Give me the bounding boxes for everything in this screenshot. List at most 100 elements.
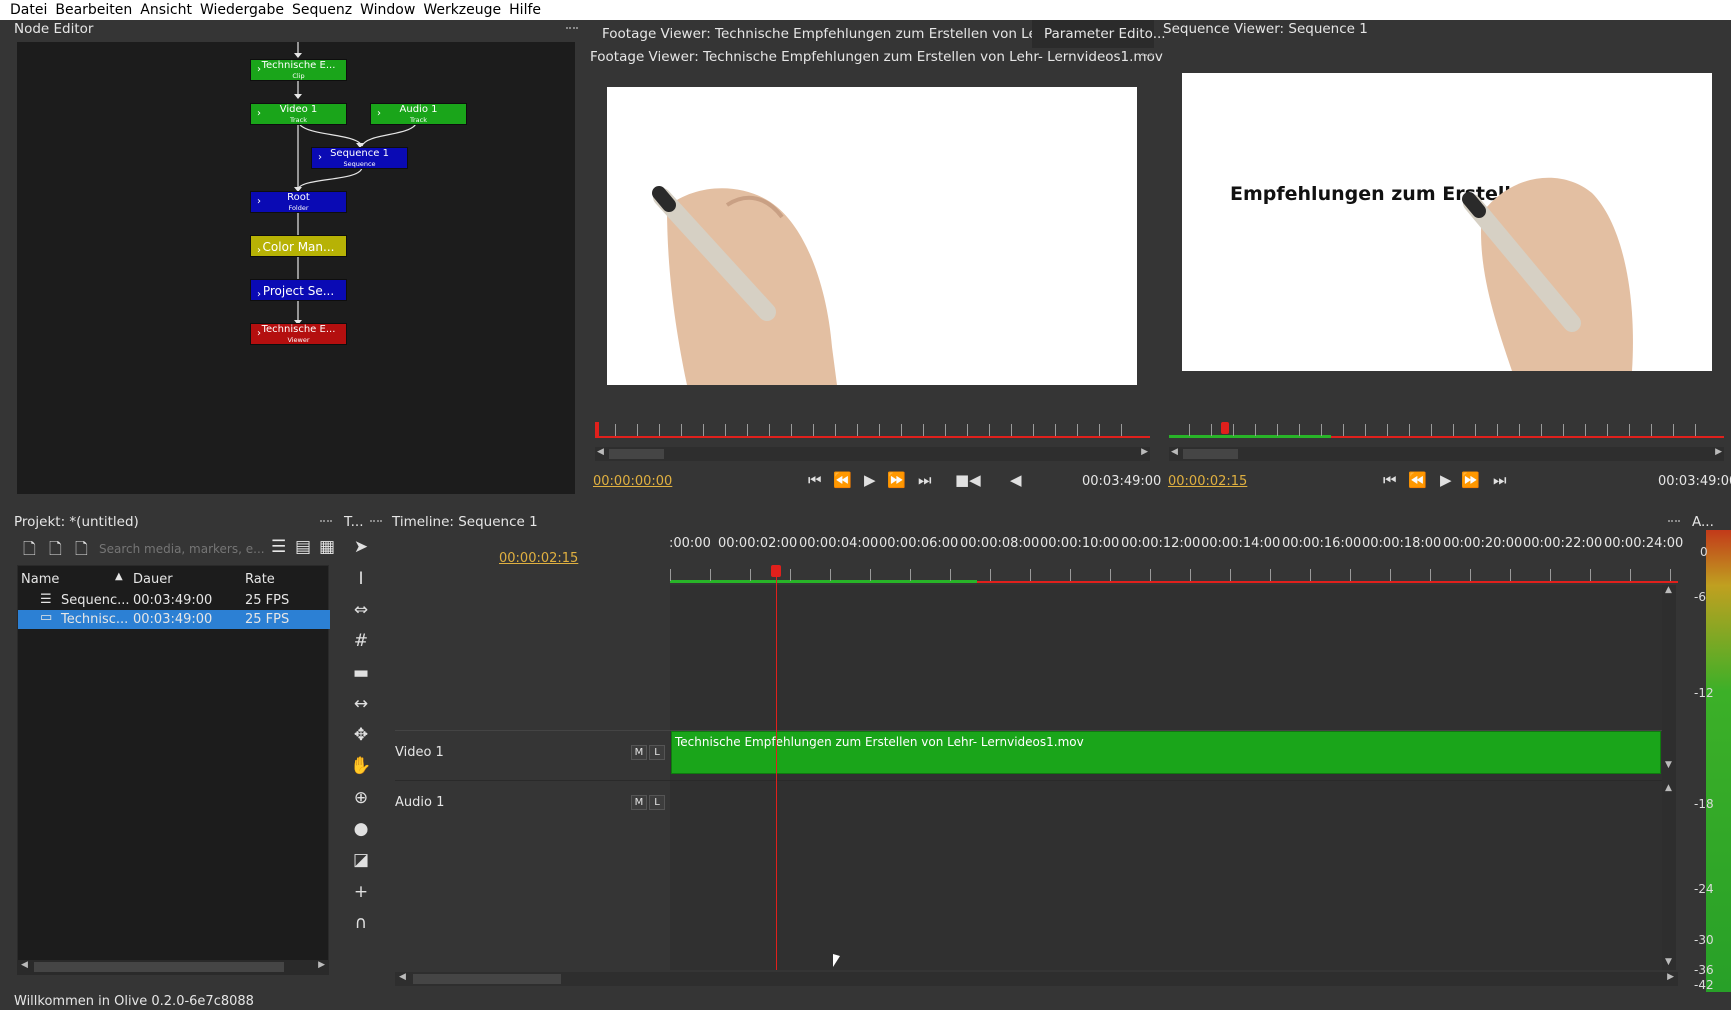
tab-parameter-editor[interactable]: Parameter Edito...: [1032, 20, 1166, 48]
node-editor-canvas[interactable]: › Technische E... Clip › Video 1 Track › Audi…: [17, 42, 575, 494]
rewind-icon[interactable]: ⏪: [1408, 471, 1427, 489]
timeline-tracks-area[interactable]: [670, 585, 1662, 970]
menu-sequenz[interactable]: Sequenz: [292, 2, 352, 18]
tree-view-icon[interactable]: ▤: [295, 537, 311, 557]
panel-grip-icon[interactable]: [1142, 54, 1154, 59]
pointer-tool-icon[interactable]: ➤: [349, 535, 373, 559]
scroll-thumb[interactable]: [413, 974, 561, 984]
hand-tool-icon[interactable]: ✋: [349, 754, 373, 778]
project-row[interactable]: ▭ Technisc... 00:03:49:00 25 FPS: [18, 610, 330, 629]
rewind-icon[interactable]: ⏪: [833, 471, 852, 489]
fast-forward-icon[interactable]: ⏩: [887, 471, 906, 489]
speaker-icon[interactable]: ◀: [1010, 471, 1022, 489]
mute-button-audio-1[interactable]: M: [631, 795, 647, 810]
sequence-ruler[interactable]: [1169, 420, 1724, 438]
scroll-thumb[interactable]: [1183, 449, 1238, 459]
node-sequence[interactable]: › Sequence 1 Sequence: [311, 147, 408, 169]
project-row[interactable]: ☰ Sequenc... 00:03:49:00 25 FPS: [18, 591, 330, 610]
node-audio-track[interactable]: › Audio 1 Track: [370, 103, 467, 125]
menu-ansicht[interactable]: Ansicht: [140, 2, 192, 18]
footage-playhead[interactable]: [595, 422, 599, 436]
sequence-current-time[interactable]: 00:00:02:15: [1168, 474, 1247, 489]
open-file-icon[interactable]: 🗋: [49, 538, 62, 565]
save-file-icon[interactable]: 🗋: [75, 538, 88, 565]
scroll-up-icon[interactable]: ▲: [1665, 783, 1672, 793]
menu-datei[interactable]: Datei: [10, 2, 47, 18]
rolling-tool-icon[interactable]: #: [349, 629, 373, 653]
node-project-settings[interactable]: › Project Se...: [250, 279, 347, 301]
footage-current-time[interactable]: 00:00:00:00: [593, 474, 672, 489]
snapping-icon[interactable]: ∩: [349, 911, 373, 935]
scroll-down-icon[interactable]: ▼: [1665, 760, 1672, 770]
footage-ruler[interactable]: [595, 420, 1150, 438]
menu-window[interactable]: Window: [360, 2, 415, 18]
menu-hilfe[interactable]: Hilfe: [509, 2, 541, 18]
node-video-track[interactable]: › Video 1 Track: [250, 103, 347, 125]
panel-grip-icon[interactable]: [1668, 520, 1680, 525]
timeline-ruler[interactable]: [670, 565, 1678, 583]
footage-frame[interactable]: [607, 87, 1137, 385]
scroll-right-icon[interactable]: ▶: [318, 960, 325, 970]
scroll-left-icon[interactable]: ◀: [399, 972, 406, 982]
panel-grip-icon[interactable]: [370, 520, 382, 525]
node-clip[interactable]: › Technische E... Clip: [250, 59, 347, 81]
go-to-start-icon[interactable]: ⏮: [808, 471, 822, 489]
node-root-folder[interactable]: › Root Folder: [250, 191, 347, 213]
play-icon[interactable]: ▶: [864, 471, 876, 489]
scroll-left-icon[interactable]: ◀: [1171, 447, 1178, 457]
node-viewer[interactable]: › Technische E... Viewer: [250, 323, 347, 345]
column-duration[interactable]: Dauer: [133, 572, 173, 587]
scroll-down-icon[interactable]: ▼: [1665, 957, 1672, 967]
ripple-tool-icon[interactable]: ⇔: [349, 598, 373, 622]
slide-tool-icon[interactable]: ✥: [349, 723, 373, 747]
go-to-start-icon[interactable]: ⏮: [1383, 471, 1397, 489]
project-list[interactable]: Name ▲ Dauer Rate ☰ Sequenc... 00:03:49:…: [17, 565, 330, 975]
razor-tool-icon[interactable]: ▬: [349, 661, 373, 685]
record-tool-icon[interactable]: ●: [349, 817, 373, 841]
column-name[interactable]: Name: [21, 572, 59, 587]
transition-tool-icon[interactable]: ◪: [349, 848, 373, 872]
sequence-frame[interactable]: Empfehlungen zum Erstell: [1182, 73, 1712, 371]
play-icon[interactable]: ▶: [1440, 471, 1452, 489]
go-to-end-icon[interactable]: ⏭: [918, 471, 932, 489]
panel-grip-icon[interactable]: [320, 520, 332, 525]
lock-button-video-1[interactable]: L: [649, 745, 665, 760]
project-scrollbar[interactable]: ◀ ▶: [18, 960, 328, 974]
edit-tool-icon[interactable]: I: [349, 567, 373, 591]
scroll-thumb[interactable]: [34, 962, 284, 972]
new-file-icon[interactable]: 🗋: [23, 538, 36, 565]
timeline-vertical-scrollbar[interactable]: ▲ ▼ ▲ ▼: [1662, 585, 1676, 970]
sort-ascending-icon[interactable]: ▲: [115, 571, 123, 582]
sequence-playhead[interactable]: [1221, 422, 1229, 434]
footage-scrollbar[interactable]: ◀ ▶: [595, 447, 1150, 461]
add-tool-icon[interactable]: +: [349, 880, 373, 904]
icon-view-icon[interactable]: ▦: [319, 537, 335, 557]
search-input[interactable]: [97, 539, 267, 559]
scroll-thumb[interactable]: [609, 449, 664, 459]
timeline-scrollbar[interactable]: ◀ ▶: [395, 972, 1678, 986]
go-to-end-icon[interactable]: ⏭: [1493, 471, 1507, 489]
fast-forward-icon[interactable]: ⏩: [1461, 471, 1480, 489]
timeline-current-time[interactable]: 00:00:02:15: [499, 551, 578, 566]
video-clip[interactable]: Technische Empfehlungen zum Erstellen vo…: [671, 731, 1661, 774]
scroll-up-icon[interactable]: ▲: [1665, 585, 1672, 595]
scroll-right-icon[interactable]: ▶: [1715, 447, 1722, 457]
zoom-tool-icon[interactable]: ⊕: [349, 786, 373, 810]
panel-grip-icon[interactable]: [566, 27, 578, 32]
menu-bearbeiten[interactable]: Bearbeiten: [55, 2, 132, 18]
scroll-left-icon[interactable]: ◀: [21, 960, 28, 970]
node-color-manager[interactable]: › Color Man...: [250, 235, 347, 257]
sequence-scrollbar[interactable]: ◀ ▶: [1169, 447, 1724, 461]
menu-werkzeuge[interactable]: Werkzeuge: [423, 2, 501, 18]
scroll-right-icon[interactable]: ▶: [1667, 972, 1674, 982]
column-rate[interactable]: Rate: [245, 572, 275, 587]
list-view-icon[interactable]: ☰: [271, 537, 286, 557]
menu-wiedergabe[interactable]: Wiedergabe: [200, 2, 284, 18]
mute-button-video-1[interactable]: M: [631, 745, 647, 760]
tab-footage-viewer[interactable]: Footage Viewer: Technische Empfehlungen …: [590, 20, 1122, 48]
slip-tool-icon[interactable]: ↔: [349, 692, 373, 716]
timeline-playhead[interactable]: [776, 575, 777, 970]
scroll-left-icon[interactable]: ◀: [597, 447, 604, 457]
lock-button-audio-1[interactable]: L: [649, 795, 665, 810]
scroll-right-icon[interactable]: ▶: [1141, 447, 1148, 457]
